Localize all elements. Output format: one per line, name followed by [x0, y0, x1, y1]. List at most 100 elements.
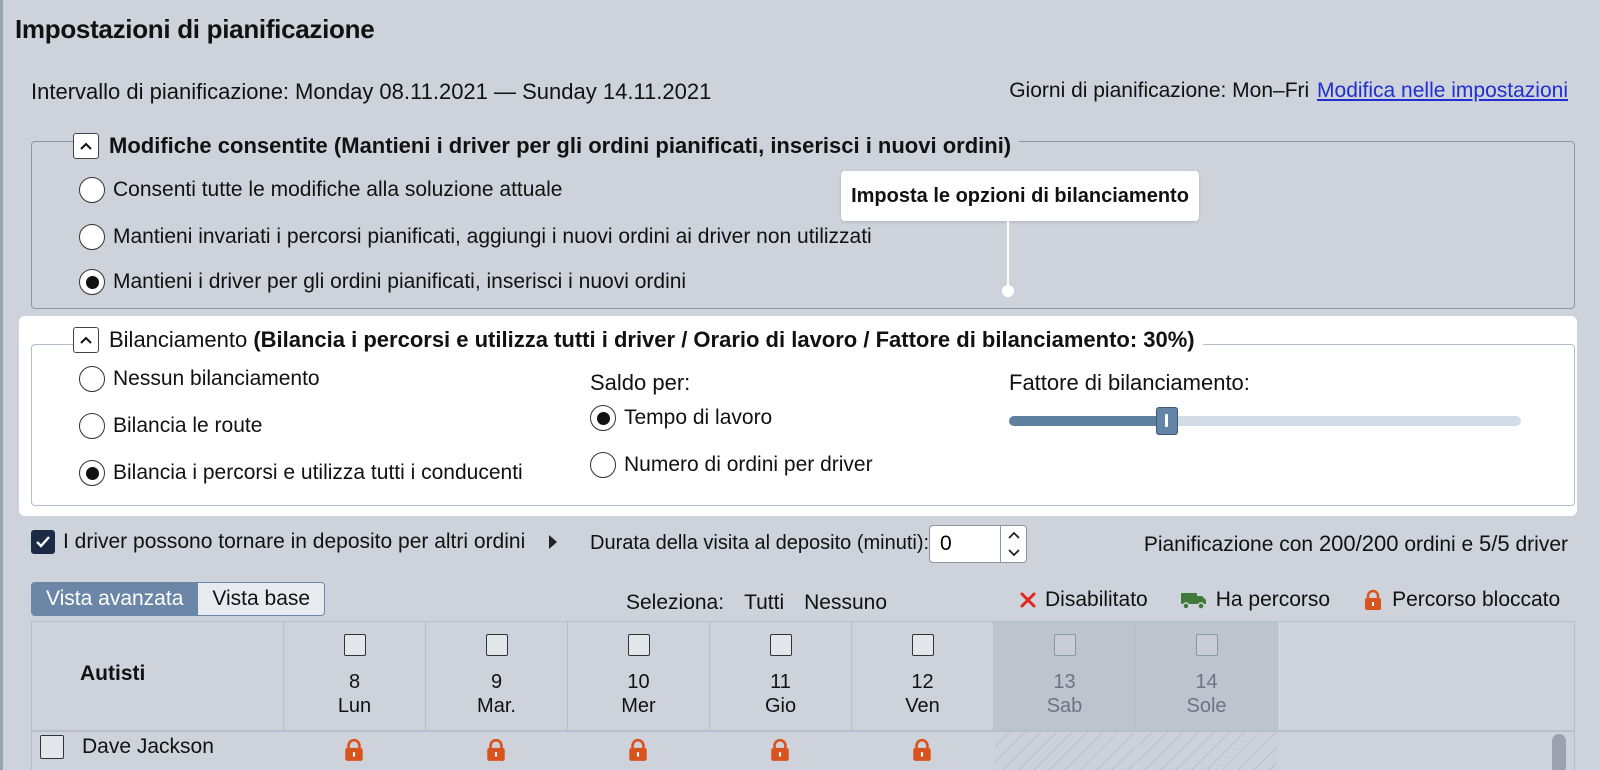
day-select-checkbox[interactable] — [627, 634, 650, 656]
locked-route-cell[interactable] — [910, 738, 934, 767]
modifications-summary: (Mantieni i driver per gli ordini pianif… — [333, 133, 1012, 158]
radio-balance-routes[interactable] — [79, 413, 105, 439]
grid-header-divider — [32, 730, 1574, 732]
drivers-column-header: Autisti — [80, 662, 146, 685]
day-column-8: 8 Lun — [283, 622, 425, 730]
depot-return-option[interactable]: I driver possono tornare in deposito per… — [31, 530, 558, 554]
day-select-checkbox[interactable] — [911, 634, 934, 656]
balance-option-all-drivers[interactable]: Bilancia i percorsi e utilizza tutti i c… — [79, 460, 523, 486]
day-name: Mer — [621, 695, 656, 717]
collapse-balancing-button[interactable] — [73, 327, 99, 353]
factor-label: Fattore di bilanciamento: — [1009, 370, 1250, 395]
close-icon — [1020, 592, 1036, 608]
planning-range-label: Intervallo di pianificazione: — [31, 79, 290, 104]
select-all-link[interactable]: Tutti — [744, 591, 784, 615]
lock-icon — [345, 738, 363, 761]
radio-work-time[interactable] — [590, 405, 616, 431]
legend-disabled-label: Disabilitato — [1045, 588, 1148, 611]
day-select-checkbox — [1195, 634, 1218, 656]
balance-option-none[interactable]: Nessun bilanciamento — [79, 366, 320, 392]
day-number: 12 — [911, 671, 934, 693]
depot-duration-stepper[interactable] — [929, 525, 1027, 563]
view-toggle: Vista avanzata Vista base — [31, 582, 326, 616]
balance-option-label: Bilancia i percorsi e utilizza tutti i c… — [113, 461, 523, 484]
locked-route-cell[interactable] — [626, 738, 650, 767]
checkmark-icon — [36, 536, 50, 548]
legend-disabled: Disabilitato — [1019, 588, 1148, 612]
day-name: Mar. — [477, 695, 516, 717]
chevron-up-icon — [80, 336, 92, 344]
chevron-down-icon — [1007, 549, 1020, 557]
balance-option-routes[interactable]: Bilancia le route — [79, 413, 262, 439]
lock-icon — [771, 738, 789, 761]
day-name: Sab — [1046, 695, 1083, 717]
modifications-heading: Modifiche consentite — [109, 133, 328, 158]
radio-order-count[interactable] — [590, 452, 616, 478]
balancing-tooltip: Imposta le opzioni di bilanciamento — [841, 171, 1199, 221]
mod-option-keep-routes[interactable]: Mantieni invariati i percorsi pianificat… — [79, 224, 872, 250]
chevron-up-icon — [80, 142, 92, 150]
day-number: 8 — [348, 671, 361, 693]
balancing-heading: Bilanciamento — [109, 327, 248, 352]
disabled-day-cell — [995, 732, 1135, 770]
balance-option-label: Nessun bilanciamento — [113, 367, 320, 390]
radio-balance-all-drivers[interactable] — [79, 460, 105, 486]
day-select-checkbox[interactable] — [343, 634, 366, 656]
balance-factor-slider[interactable] — [1009, 407, 1521, 435]
radio-mod-keep-routes[interactable] — [79, 224, 105, 250]
mod-option-label: Mantieni i driver per gli ordini pianifi… — [113, 270, 687, 293]
stepper-down-button[interactable] — [1001, 544, 1026, 562]
day-column-13: 13 Sab — [993, 622, 1135, 730]
locked-route-cell[interactable] — [484, 738, 508, 767]
day-column-10: 10 Mer — [567, 622, 709, 730]
collapse-modifications-button[interactable] — [73, 133, 99, 159]
day-column-9: 9 Mar. — [425, 622, 567, 730]
mod-option-all[interactable]: Consenti tutte le modifiche alla soluzio… — [79, 177, 562, 203]
planning-range-value: Monday 08.11.2021 — Sunday 14.11.2021 — [295, 79, 712, 104]
legend-has-route-label: Ha percorso — [1215, 588, 1331, 611]
day-number: 13 — [1053, 671, 1076, 693]
depot-return-checkbox[interactable] — [31, 530, 55, 554]
mod-option-label: Mantieni invariati i percorsi pianificat… — [113, 225, 872, 248]
locked-route-cell[interactable] — [768, 738, 792, 767]
day-number: 10 — [627, 671, 650, 693]
day-column-11: 11 Gio — [709, 622, 851, 730]
balance-by-order-count[interactable]: Numero di ordini per driver — [590, 452, 873, 478]
driver-day-grid: Autisti Dave Jackson 8 Lun 9 Mar. 10 Mer 11 Gio… — [31, 621, 1575, 770]
tab-basic-view[interactable]: Vista base — [197, 583, 325, 615]
driver-row-checkbox[interactable] — [40, 735, 64, 759]
day-name: Ven — [905, 695, 940, 717]
tooltip-pointer — [1007, 221, 1009, 291]
planning-days-label: Giorni di pianificazione: Mon–Fri — [1009, 79, 1310, 102]
day-column-14: 14 Sole — [1135, 622, 1277, 730]
grid-scrollbar[interactable] — [1552, 734, 1566, 770]
balance-by-label: Saldo per: — [590, 370, 691, 395]
balance-option-label: Bilancia le route — [113, 414, 263, 437]
balancing-summary: (Bilancia i percorsi e utilizza tutti i … — [253, 327, 1195, 352]
locked-route-cell[interactable] — [342, 738, 366, 767]
chevron-up-icon — [1007, 531, 1020, 539]
day-number: 9 — [490, 671, 503, 693]
slider-thumb[interactable] — [1156, 407, 1178, 435]
day-select-checkbox[interactable] — [485, 634, 508, 656]
expand-triangle-icon[interactable] — [549, 535, 558, 549]
radio-balance-none[interactable] — [79, 366, 105, 392]
tooltip-anchor — [1002, 285, 1014, 297]
lock-icon — [913, 738, 931, 761]
day-number: 11 — [770, 671, 791, 693]
tab-advanced-view[interactable]: Vista avanzata — [32, 583, 198, 615]
depot-return-label: I driver possono tornare in deposito per… — [63, 530, 526, 553]
radio-mod-keep-drivers[interactable] — [79, 269, 105, 295]
depot-duration-input[interactable] — [930, 526, 1000, 562]
summary-suffix: driver — [1515, 533, 1568, 556]
day-name: Gio — [764, 695, 797, 717]
planning-days: Giorni di pianificazione: Mon–Fri Modifi… — [1009, 79, 1568, 103]
radio-mod-all[interactable] — [79, 177, 105, 203]
select-none-link[interactable]: Nessuno — [804, 591, 887, 615]
stepper-arrows — [1000, 526, 1026, 562]
mod-option-keep-drivers[interactable]: Mantieni i driver per gli ordini pianifi… — [79, 269, 686, 295]
day-select-checkbox[interactable] — [769, 634, 792, 656]
balance-by-work-time[interactable]: Tempo di lavoro — [590, 405, 772, 431]
stepper-up-button[interactable] — [1001, 526, 1026, 544]
edit-settings-link[interactable]: Modifica nelle impostazioni — [1317, 79, 1568, 102]
